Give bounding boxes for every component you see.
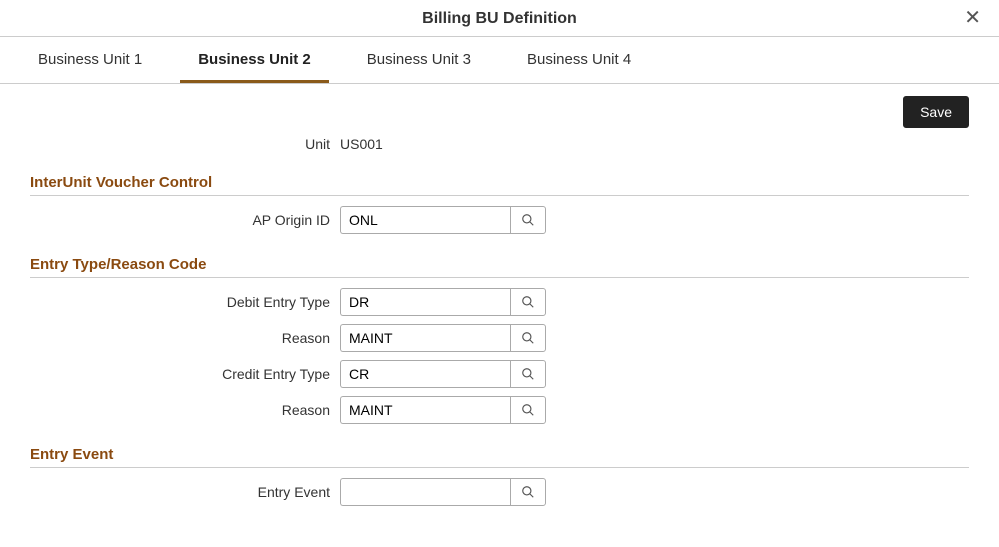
section-entry-event-title: Entry Event <box>30 432 969 468</box>
tab-business-unit-1[interactable]: Business Unit 1 <box>20 37 160 83</box>
debit-entry-type-row: Debit Entry Type <box>30 288 969 316</box>
search-icon <box>521 403 535 417</box>
search-icon <box>521 295 535 309</box>
debit-reason-lookup-button[interactable] <box>510 324 546 352</box>
ap-origin-id-label: AP Origin ID <box>30 212 340 228</box>
close-icon[interactable]: ✕ <box>964 8 981 28</box>
credit-entry-type-row: Credit Entry Type <box>30 360 969 388</box>
search-icon <box>521 367 535 381</box>
credit-reason-lookup-button[interactable] <box>510 396 546 424</box>
tab-bar: Business Unit 1 Business Unit 2 Business… <box>0 37 999 84</box>
debit-reason-label: Reason <box>30 330 340 346</box>
debit-reason-row: Reason <box>30 324 969 352</box>
entry-event-row: Entry Event <box>30 478 969 506</box>
unit-label: Unit <box>30 136 340 152</box>
debit-entry-type-label: Debit Entry Type <box>30 294 340 310</box>
search-icon <box>521 331 535 345</box>
tab-business-unit-2[interactable]: Business Unit 2 <box>180 37 329 83</box>
search-icon <box>521 485 535 499</box>
credit-reason-input[interactable] <box>340 396 510 424</box>
debit-entry-type-lookup-button[interactable] <box>510 288 546 316</box>
modal-header: Billing BU Definition ✕ <box>0 0 999 37</box>
debit-entry-type-input[interactable] <box>340 288 510 316</box>
entry-event-input[interactable] <box>340 478 510 506</box>
tab-business-unit-3[interactable]: Business Unit 3 <box>349 37 489 83</box>
section-entry-type-title: Entry Type/Reason Code <box>30 242 969 278</box>
entry-event-lookup-button[interactable] <box>510 478 546 506</box>
tab-business-unit-4[interactable]: Business Unit 4 <box>509 37 649 83</box>
page-title: Billing BU Definition <box>422 10 577 27</box>
credit-reason-label: Reason <box>30 402 340 418</box>
debit-reason-input[interactable] <box>340 324 510 352</box>
credit-reason-row: Reason <box>30 396 969 424</box>
unit-row: Unit US001 <box>30 136 969 152</box>
save-button[interactable]: Save <box>903 96 969 128</box>
ap-origin-id-input[interactable] <box>340 206 510 234</box>
credit-entry-type-label: Credit Entry Type <box>30 366 340 382</box>
ap-origin-id-lookup-button[interactable] <box>510 206 546 234</box>
tab-content: Save Unit US001 InterUnit Voucher Contro… <box>0 84 999 544</box>
credit-entry-type-input[interactable] <box>340 360 510 388</box>
section-interunit-title: InterUnit Voucher Control <box>30 160 969 196</box>
ap-origin-id-row: AP Origin ID <box>30 206 969 234</box>
credit-entry-type-lookup-button[interactable] <box>510 360 546 388</box>
entry-event-label: Entry Event <box>30 484 340 500</box>
search-icon <box>521 213 535 227</box>
unit-value: US001 <box>340 136 969 152</box>
